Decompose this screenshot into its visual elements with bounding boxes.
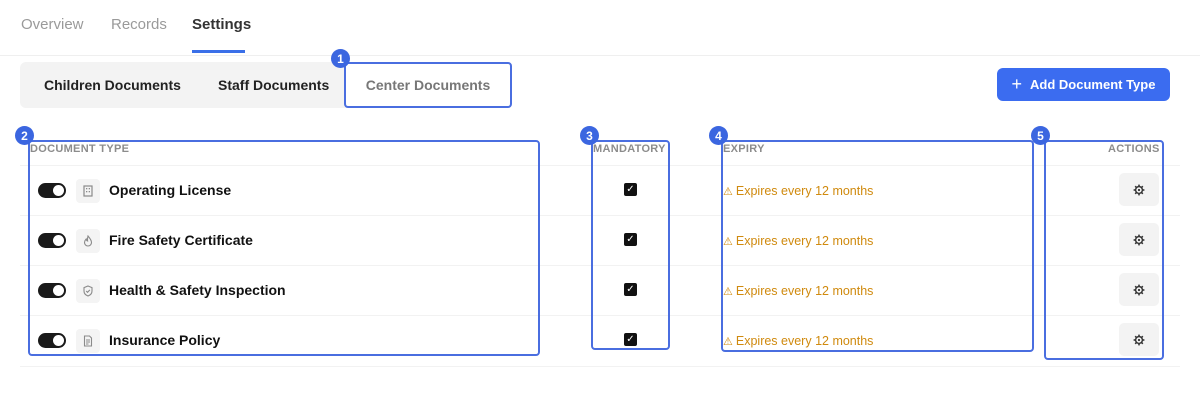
- mandatory-checkbox[interactable]: ✓: [624, 333, 637, 346]
- expiry-text: ⚠ Expires every 12 months: [723, 184, 873, 198]
- document-name: Operating License: [109, 182, 232, 198]
- table-bottom-border: [20, 366, 1180, 367]
- document-category-tabs: Children Documents Staff Documents Cente…: [20, 62, 512, 108]
- document-icon: [76, 329, 100, 353]
- header-mandatory: MANDATORY: [593, 143, 666, 155]
- mandatory-checkbox[interactable]: ✓: [624, 183, 637, 196]
- gear-icon: [1133, 184, 1145, 195]
- enabled-toggle[interactable]: [38, 333, 66, 348]
- callout-badge-1: 1: [331, 49, 350, 68]
- mandatory-checkbox[interactable]: ✓: [624, 233, 637, 246]
- table-row: Operating License ✓ ⚠ Expires every 12 mo…: [20, 165, 1180, 215]
- expiry-label: Expires every 12 months: [735, 334, 874, 348]
- tab-records[interactable]: Records: [111, 16, 167, 33]
- header-document-type: DOCUMENT TYPE: [30, 143, 130, 155]
- document-toolbar: Children Documents Staff Documents Cente…: [20, 60, 1198, 110]
- tab-overview[interactable]: Overview: [21, 16, 84, 33]
- expiry-label: Expires every 12 months: [735, 234, 874, 248]
- table-row: Health & Safety Inspection ✓ ⚠ Expires ev…: [20, 265, 1180, 315]
- expiry-text: ⚠ Expires every 12 months: [723, 234, 873, 248]
- document-name: Health & Safety Inspection: [109, 282, 286, 298]
- expiry-label: Expires every 12 months: [735, 184, 874, 198]
- subtab-center-documents[interactable]: Center Documents: [346, 62, 510, 108]
- callout-badge-2: 2: [15, 126, 34, 145]
- warning-icon: ⚠: [723, 186, 733, 198]
- callout-badge-4: 4: [709, 126, 728, 145]
- warning-icon: ⚠: [723, 286, 733, 298]
- gear-icon: [1133, 284, 1145, 295]
- gear-icon: [1133, 234, 1145, 245]
- callout-badge-5: 5: [1031, 126, 1050, 145]
- shield-icon: [76, 279, 100, 303]
- subtab-staff-documents[interactable]: Staff Documents: [218, 62, 329, 108]
- subtab-children-documents[interactable]: Children Documents: [44, 62, 181, 108]
- settings-button[interactable]: [1119, 173, 1159, 206]
- header-actions: ACTIONS: [1108, 143, 1160, 155]
- settings-button[interactable]: [1119, 273, 1159, 306]
- table-row: Fire Safety Certificate ✓ ⚠ Expires every…: [20, 215, 1180, 265]
- tab-settings[interactable]: Settings: [192, 16, 251, 33]
- enabled-toggle[interactable]: [38, 233, 66, 248]
- header-expiry: EXPIRY: [723, 143, 765, 155]
- mandatory-checkbox[interactable]: ✓: [624, 283, 637, 296]
- add-document-type-button[interactable]: + Add Document Type: [997, 68, 1170, 101]
- settings-button[interactable]: [1119, 323, 1159, 356]
- enabled-toggle[interactable]: [38, 183, 66, 198]
- expiry-text: ⚠ Expires every 12 months: [723, 284, 873, 298]
- enabled-toggle[interactable]: [38, 283, 66, 298]
- expiry-label: Expires every 12 months: [735, 284, 874, 298]
- expiry-text: ⚠ Expires every 12 months: [723, 334, 873, 348]
- building-icon: [76, 179, 100, 203]
- flame-icon: [76, 229, 100, 253]
- add-document-type-label: Add Document Type: [1030, 77, 1156, 92]
- active-tab-indicator: [192, 50, 245, 53]
- document-name: Fire Safety Certificate: [109, 232, 253, 248]
- top-nav: Overview Records Settings: [0, 0, 1200, 56]
- table-row: Insurance Policy ✓ ⚠ Expires every 12 mon…: [20, 315, 1180, 365]
- document-types-table: DOCUMENT TYPE MANDATORY EXPIRY ACTIONS O…: [20, 134, 1180, 370]
- warning-icon: ⚠: [723, 236, 733, 248]
- settings-button[interactable]: [1119, 223, 1159, 256]
- gear-icon: [1133, 334, 1145, 345]
- callout-badge-3: 3: [580, 126, 599, 145]
- plus-icon: +: [1011, 73, 1023, 94]
- warning-icon: ⚠: [723, 336, 733, 348]
- document-name: Insurance Policy: [109, 332, 221, 348]
